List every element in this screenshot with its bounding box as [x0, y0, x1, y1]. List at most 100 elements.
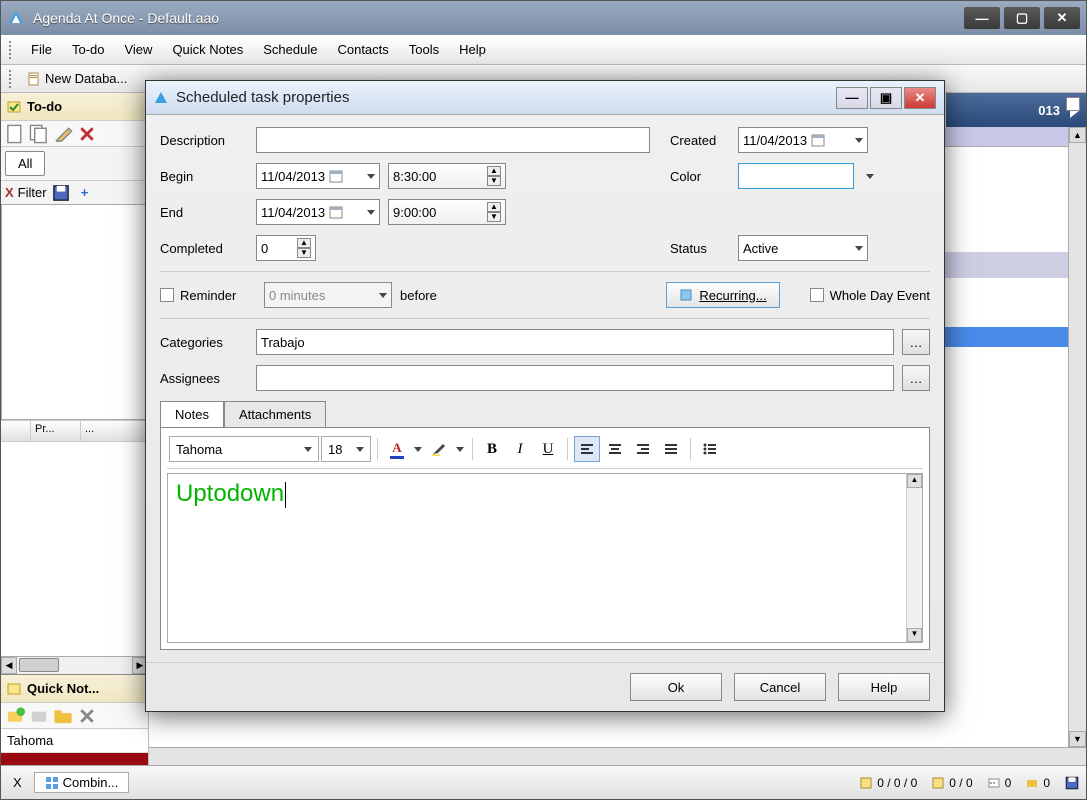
maximize-button[interactable]: ▢: [1004, 7, 1040, 29]
menu-file[interactable]: File: [21, 38, 62, 61]
new-item-icon[interactable]: [5, 124, 25, 144]
calendar-icon[interactable]: [329, 205, 343, 219]
menu-schedule[interactable]: Schedule: [253, 38, 327, 61]
dialog-titlebar[interactable]: Scheduled task properties — ▣ ✕: [146, 81, 944, 115]
col-blank[interactable]: [1, 421, 31, 441]
end-date-input[interactable]: 11/04/2013: [256, 199, 380, 225]
notes-editor[interactable]: Uptodown ▲ ▼: [167, 473, 923, 643]
categories-browse-button[interactable]: …: [902, 329, 930, 355]
col-more[interactable]: ...: [81, 421, 148, 441]
menubar-grip[interactable]: [9, 41, 15, 59]
reminder-interval-combo[interactable]: 0 minutes: [264, 282, 392, 308]
font-color-button[interactable]: A: [384, 436, 410, 462]
tab-attachments[interactable]: Attachments: [224, 401, 326, 427]
dialog-minimize-button[interactable]: —: [836, 87, 868, 109]
scroll-up-icon[interactable]: ▲: [1069, 127, 1086, 143]
scroll-track[interactable]: [17, 657, 132, 674]
chevron-down-icon[interactable]: [304, 447, 312, 452]
highlight-button[interactable]: [426, 436, 452, 462]
italic-button[interactable]: I: [507, 436, 533, 462]
status-save-icon[interactable]: [1064, 775, 1080, 791]
calendar-icon[interactable]: [329, 169, 343, 183]
tab-notes[interactable]: Notes: [160, 401, 224, 427]
description-input[interactable]: [256, 127, 650, 153]
end-time-input[interactable]: 9:00:00 ▲▼: [388, 199, 506, 225]
align-right-button[interactable]: [630, 436, 656, 462]
align-left-button[interactable]: [574, 436, 600, 462]
quicknotes-font-row[interactable]: Tahoma: [1, 729, 148, 753]
recurring-button[interactable]: Recurring...: [666, 282, 779, 308]
align-center-button[interactable]: [602, 436, 628, 462]
save-filter-icon[interactable]: [51, 183, 71, 203]
spin-down-icon[interactable]: ▼: [297, 248, 311, 258]
color-picker[interactable]: [738, 163, 854, 189]
status-combo[interactable]: Active: [738, 235, 868, 261]
assignees-input[interactable]: [256, 365, 894, 391]
calendar-icon[interactable]: [811, 133, 825, 147]
filter-input[interactable]: [1, 204, 148, 420]
ok-button[interactable]: Ok: [630, 673, 722, 701]
spin-up-icon[interactable]: ▲: [487, 202, 501, 212]
underline-button[interactable]: U: [535, 436, 561, 462]
filter-x-icon[interactable]: X: [5, 185, 14, 200]
assignees-browse-button[interactable]: …: [902, 365, 930, 391]
font-color-dropdown[interactable]: [412, 436, 424, 462]
chevron-down-icon[interactable]: [367, 210, 375, 215]
col-priority[interactable]: Pr...: [31, 421, 81, 441]
add-filter-icon[interactable]: +: [75, 183, 95, 203]
qn-folder-icon[interactable]: [53, 706, 73, 726]
main-titlebar[interactable]: Agenda At Once - Default.aao — ▢ ✕: [1, 1, 1086, 35]
begin-date-input[interactable]: 11/04/2013: [256, 163, 380, 189]
chevron-down-icon[interactable]: [855, 138, 863, 143]
menu-tools[interactable]: Tools: [399, 38, 449, 61]
menu-todo[interactable]: To-do: [62, 38, 115, 61]
delete-icon[interactable]: [77, 124, 97, 144]
scroll-down-icon[interactable]: ▼: [907, 628, 922, 642]
quicknotes-item-red[interactable]: [1, 753, 148, 765]
qn-copy-icon[interactable]: [29, 706, 49, 726]
chevron-down-icon[interactable]: [855, 246, 863, 251]
close-button[interactable]: ✕: [1044, 7, 1080, 29]
reminder-checkbox[interactable]: [160, 288, 174, 302]
menu-contacts[interactable]: Contacts: [327, 38, 398, 61]
qn-add-icon[interactable]: [5, 706, 25, 726]
scroll-left-icon[interactable]: ◀: [1, 657, 17, 674]
font-family-combo[interactable]: Tahoma: [169, 436, 319, 462]
new-database-button[interactable]: New Databa...: [21, 69, 133, 88]
scroll-thumb[interactable]: [19, 658, 59, 672]
edit-icon[interactable]: [53, 124, 73, 144]
statusbar-tab[interactable]: Combin...: [34, 772, 130, 793]
schedule-vscroll[interactable]: ▲ ▼: [1068, 127, 1086, 747]
categories-input[interactable]: [256, 329, 894, 355]
font-size-combo[interactable]: 18: [321, 436, 371, 462]
scroll-down-icon[interactable]: ▼: [1069, 731, 1086, 747]
spin-down-icon[interactable]: ▼: [487, 212, 501, 222]
menu-quicknotes[interactable]: Quick Notes: [162, 38, 253, 61]
created-date-input[interactable]: 11/04/2013: [738, 127, 868, 153]
spin-up-icon[interactable]: ▲: [487, 166, 501, 176]
status-close-x[interactable]: X: [7, 775, 28, 790]
chevron-down-icon[interactable]: [866, 174, 874, 179]
minimize-button[interactable]: —: [964, 7, 1000, 29]
schedule-hscroll[interactable]: [149, 747, 1086, 765]
chevron-down-icon[interactable]: [379, 293, 387, 298]
copy-icon[interactable]: [29, 124, 49, 144]
spin-down-icon[interactable]: ▼: [487, 176, 501, 186]
qn-delete-icon[interactable]: [77, 706, 97, 726]
bold-button[interactable]: B: [479, 436, 505, 462]
dialog-maximize-button[interactable]: ▣: [870, 87, 902, 109]
begin-time-input[interactable]: 8:30:00 ▲▼: [388, 163, 506, 189]
todo-hscroll[interactable]: ◀ ▶: [1, 656, 148, 674]
chevron-down-icon[interactable]: [356, 447, 364, 452]
align-justify-button[interactable]: [658, 436, 684, 462]
spin-up-icon[interactable]: ▲: [297, 238, 311, 248]
highlight-dropdown[interactable]: [454, 436, 466, 462]
whole-day-checkbox[interactable]: [810, 288, 824, 302]
notes-vscroll[interactable]: ▲ ▼: [906, 474, 922, 642]
tab-all[interactable]: All: [5, 151, 45, 176]
pane-pin-icon[interactable]: [1066, 97, 1080, 111]
dialog-close-button[interactable]: ✕: [904, 87, 936, 109]
completed-input[interactable]: 0 ▲▼: [256, 235, 316, 261]
toolbar-grip[interactable]: [9, 70, 15, 88]
scroll-up-icon[interactable]: ▲: [907, 474, 922, 488]
